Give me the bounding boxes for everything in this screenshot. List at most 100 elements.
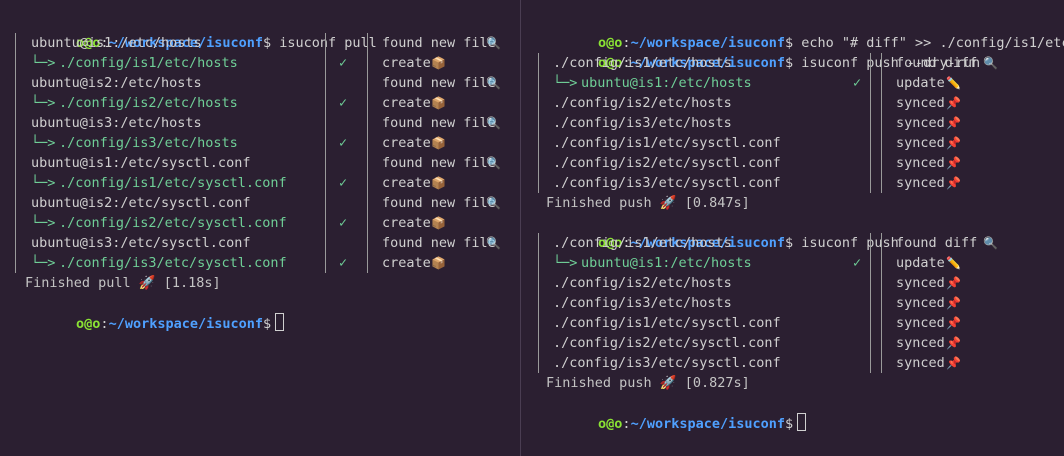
dest-path: ./config/is3/etc/hosts	[59, 135, 238, 151]
pin-icon: 📌	[946, 116, 961, 130]
dest-path: ./config/is2/etc/hosts	[59, 95, 238, 111]
package-icon: 📦	[431, 136, 446, 150]
pencil-icon: ✏️	[946, 76, 961, 90]
pull-dest-row: └─> ./config/is1/etc/sysctl.conf ✓ create 📦	[11, 173, 520, 193]
check-icon: ✓	[339, 215, 348, 231]
package-icon: 📦	[431, 96, 446, 110]
prompt-line: o@o:~/workspace/isuconf$ isuconf pull	[76, 35, 377, 51]
magnifier-icon: 🔍	[983, 236, 998, 250]
check-icon: ✓	[339, 175, 348, 191]
finished-line: Finished push 🚀 [0.827s]	[546, 375, 750, 391]
pull-dest-row: └─> ./config/is1/etc/hosts ✓ create 📦	[11, 53, 520, 73]
package-icon: 📦	[431, 256, 446, 270]
pull-source-row: ubuntu@is1:/etc/hosts found new file 🔍	[11, 33, 520, 53]
pull-source-row: ubuntu@is3:/etc/sysctl.conf found new fil…	[11, 233, 520, 253]
pull-source-row: ubuntu@is1:/etc/sysctl.conf found new fil…	[11, 153, 520, 173]
left-terminal-content: o@o:~/workspace/isuconf$ isuconf pull ub…	[11, 13, 520, 332]
pull-dest-row: └─> ./config/is2/etc/sysctl.conf ✓ create 📦	[11, 213, 520, 233]
pull-dest-row: └─> ./config/is3/etc/hosts ✓ create 📦	[11, 133, 520, 153]
status-text: create	[382, 95, 431, 111]
status-text: update	[896, 75, 945, 91]
diff-source-row: ./config/is1/etc/hosts found diff 🔍	[533, 53, 1064, 73]
dest-path: ubuntu@is1:/etc/hosts	[581, 75, 752, 91]
diff-source-row: ./config/is1/etc/hosts found diff 🔍	[533, 233, 1064, 253]
source-path: ./config/is2/etc/sysctl.conf	[553, 155, 781, 171]
magnifier-icon: 🔍	[486, 236, 501, 250]
arrow-icon: └─>	[31, 175, 56, 191]
status-text: found new file	[382, 195, 496, 211]
arrow-icon: └─>	[31, 55, 56, 71]
status-text: found new file	[382, 115, 496, 131]
source-path: ubuntu@is1:/etc/sysctl.conf	[31, 155, 251, 171]
pin-icon: 📌	[946, 156, 961, 170]
magnifier-icon: 🔍	[983, 56, 998, 70]
synced-row: ./config/is1/etc/sysctl.conf synced 📌	[533, 133, 1064, 153]
synced-row: ./config/is2/etc/hosts synced 📌	[533, 273, 1064, 293]
magnifier-icon: 🔍	[486, 196, 501, 210]
check-icon: ✓	[339, 255, 348, 271]
dest-path: ./config/is1/etc/hosts	[59, 55, 238, 71]
pin-icon: 📌	[946, 136, 961, 150]
synced-row: ./config/is2/etc/sysctl.conf synced 📌	[533, 333, 1064, 353]
source-path: ./config/is3/etc/hosts	[553, 115, 732, 131]
synced-row: ./config/is2/etc/hosts synced 📌	[533, 93, 1064, 113]
synced-row: ./config/is2/etc/sysctl.conf synced 📌	[533, 153, 1064, 173]
status-text: create	[382, 135, 431, 151]
pin-icon: 📌	[946, 356, 961, 370]
source-path: ./config/is1/etc/hosts	[553, 235, 732, 251]
status-text: found new file	[382, 75, 496, 91]
status-text: synced	[896, 295, 945, 311]
prompt-user-host: o@o	[598, 416, 623, 432]
source-path: ./config/is2/etc/hosts	[553, 95, 732, 111]
source-path: ./config/is2/etc/sysctl.conf	[553, 335, 781, 351]
check-icon: ✓	[339, 95, 348, 111]
synced-row: ./config/is3/etc/sysctl.conf synced 📌	[533, 173, 1064, 193]
status-text: create	[382, 255, 431, 271]
status-text: create	[382, 55, 431, 71]
magnifier-icon: 🔍	[486, 36, 501, 50]
status-text: found diff	[896, 235, 978, 251]
prompt-dir: ~/workspace/isuconf	[108, 316, 263, 332]
prompt-line: o@o:~/workspace/isuconf$ echo "# diff" >…	[533, 13, 1064, 51]
source-path: ubuntu@is2:/etc/hosts	[31, 75, 202, 91]
pin-icon: 📌	[946, 336, 961, 350]
source-path: ./config/is1/etc/hosts	[553, 55, 732, 71]
pull-source-row: ubuntu@is3:/etc/hosts found new file 🔍	[11, 113, 520, 133]
pencil-icon: ✏️	[946, 256, 961, 270]
pull-source-row: ubuntu@is2:/etc/sysctl.conf found new fil…	[11, 193, 520, 213]
source-path: ubuntu@is3:/etc/sysctl.conf	[31, 235, 251, 251]
magnifier-icon: 🔍	[486, 76, 501, 90]
diff-dest-row: └─> ubuntu@is1:/etc/hosts ✓ update ✏️	[533, 73, 1064, 93]
terminal-window: o@o:~/workspace/isuconf$ isuconf pull ub…	[0, 0, 1064, 456]
check-icon: ✓	[853, 75, 862, 91]
source-path: ubuntu@is3:/etc/hosts	[31, 115, 202, 131]
prompt-line: o@o:~/workspace/isuconf$	[533, 393, 1064, 432]
prompt-dir: ~/workspace/isuconf	[630, 416, 785, 432]
status-text: found diff	[896, 55, 978, 71]
pane-divider[interactable]	[520, 0, 521, 456]
status-text: found new file	[382, 235, 496, 251]
pin-icon: 📌	[946, 296, 961, 310]
source-path: ./config/is3/etc/hosts	[553, 295, 732, 311]
check-icon: ✓	[339, 135, 348, 151]
status-text: synced	[896, 115, 945, 131]
prompt-user-host: o@o	[76, 316, 101, 332]
synced-row: ./config/is3/etc/sysctl.conf synced 📌	[533, 353, 1064, 373]
pull-source-row: ubuntu@is2:/etc/hosts found new file 🔍	[11, 73, 520, 93]
pin-icon: 📌	[946, 176, 961, 190]
dry-run-table: ./config/is1/etc/hosts found diff 🔍 └─> ubun…	[533, 53, 1064, 193]
left-terminal-pane[interactable]: o@o:~/workspace/isuconf$ isuconf pull ub…	[0, 0, 520, 456]
pull-table: ubuntu@is1:/etc/hosts found new file 🔍 └─>.…	[11, 33, 520, 273]
finished-line: Finished push 🚀 [0.847s]	[546, 195, 750, 211]
status-text: synced	[896, 355, 945, 371]
pin-icon: 📌	[946, 316, 961, 330]
status-text: synced	[896, 155, 945, 171]
arrow-icon: └─>	[31, 95, 56, 111]
right-terminal-pane[interactable]: o@o:~/workspace/isuconf$ echo "# diff" >…	[522, 0, 1064, 456]
status-text: update	[896, 255, 945, 271]
status-text: synced	[896, 95, 945, 111]
package-icon: 📦	[431, 176, 446, 190]
pin-icon: 📌	[946, 276, 961, 290]
magnifier-icon: 🔍	[486, 116, 501, 130]
status-text: synced	[896, 135, 945, 151]
